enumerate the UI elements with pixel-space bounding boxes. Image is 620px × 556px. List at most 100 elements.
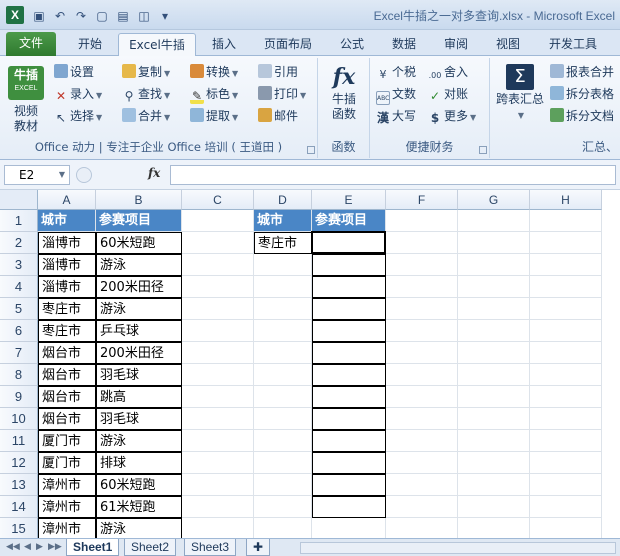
cell[interactable] xyxy=(386,342,458,364)
row-header[interactable]: 14 xyxy=(0,496,38,518)
tab-data[interactable]: 数据 xyxy=(384,33,424,56)
cell[interactable] xyxy=(530,474,602,496)
cell[interactable] xyxy=(254,386,312,408)
cell[interactable] xyxy=(182,430,254,452)
cell[interactable] xyxy=(386,386,458,408)
table-cell[interactable]: 烟台市 xyxy=(38,364,96,386)
cell[interactable] xyxy=(458,408,530,430)
horizontal-scrollbar[interactable] xyxy=(300,542,616,554)
tab-file[interactable]: 文件 xyxy=(6,32,56,56)
cell[interactable] xyxy=(458,254,530,276)
cell[interactable] xyxy=(182,496,254,518)
cell[interactable] xyxy=(182,342,254,364)
row-header[interactable]: 4 xyxy=(0,276,38,298)
table-cell[interactable]: 烟台市 xyxy=(38,408,96,430)
table-cell[interactable]: 烟台市 xyxy=(38,386,96,408)
customize-qat-icon[interactable]: ▾ xyxy=(156,8,174,24)
select-button[interactable]: ↖ 选择 ▼ xyxy=(54,106,102,126)
result-cell[interactable] xyxy=(312,408,386,430)
cell[interactable] xyxy=(458,518,530,538)
split-table-button[interactable]: 拆分表格 xyxy=(550,84,614,104)
cell[interactable] xyxy=(458,298,530,320)
cell[interactable] xyxy=(182,386,254,408)
prev-sheet-icon[interactable]: ◀ xyxy=(24,542,31,552)
table-header-cell[interactable]: 城市 xyxy=(38,210,96,232)
cell[interactable] xyxy=(530,364,602,386)
result-cell[interactable] xyxy=(312,276,386,298)
column-header[interactable]: G xyxy=(458,190,530,210)
cell[interactable] xyxy=(254,496,312,518)
name-box[interactable]: E2 ▼ xyxy=(4,165,70,185)
table-cell[interactable]: 游泳 xyxy=(96,518,182,538)
cell[interactable] xyxy=(182,320,254,342)
tab-page-layout[interactable]: 页面布局 xyxy=(256,33,320,56)
formula-input[interactable] xyxy=(170,165,616,185)
merge-button[interactable]: 合并 ▼ xyxy=(122,106,170,126)
cell[interactable] xyxy=(182,210,254,232)
row-header[interactable]: 9 xyxy=(0,386,38,408)
result-cell[interactable] xyxy=(312,452,386,474)
cell[interactable] xyxy=(458,386,530,408)
cell[interactable] xyxy=(386,276,458,298)
find-button[interactable]: ⚲ 查找 ▼ xyxy=(122,84,171,104)
cell[interactable] xyxy=(386,232,458,254)
cell[interactable] xyxy=(386,430,458,452)
cell[interactable] xyxy=(312,518,386,538)
table-cell[interactable]: 羽毛球 xyxy=(96,408,182,430)
cell[interactable] xyxy=(530,408,602,430)
cell[interactable] xyxy=(254,364,312,386)
cell[interactable] xyxy=(254,474,312,496)
cell[interactable] xyxy=(182,276,254,298)
extract-button[interactable]: 提取 ▼ xyxy=(190,106,238,126)
cell[interactable] xyxy=(458,496,530,518)
sheet-tab-2[interactable]: Sheet2 xyxy=(124,539,177,556)
niucha-functions-button[interactable]: fx 牛插 函数 xyxy=(324,64,364,122)
print-preview-icon[interactable]: ◫ xyxy=(135,8,153,24)
row-header[interactable]: 2 xyxy=(0,232,38,254)
column-header[interactable]: D xyxy=(254,190,312,210)
result-cell[interactable] xyxy=(312,342,386,364)
cell[interactable] xyxy=(182,518,254,538)
result-header-cell[interactable]: 城市 xyxy=(254,210,312,232)
sheet-tab-1[interactable]: Sheet1 xyxy=(66,539,120,556)
dialog-launcher-icon[interactable] xyxy=(479,146,487,154)
table-cell[interactable]: 淄博市 xyxy=(38,276,96,298)
cell[interactable] xyxy=(386,408,458,430)
cell[interactable] xyxy=(254,320,312,342)
cell[interactable] xyxy=(254,276,312,298)
table-cell[interactable]: 游泳 xyxy=(96,298,182,320)
cell[interactable] xyxy=(254,452,312,474)
cell[interactable] xyxy=(182,298,254,320)
cross-sheet-summary-button[interactable]: Σ 跨表汇总 ▼ xyxy=(494,64,546,123)
cell[interactable] xyxy=(182,474,254,496)
cell[interactable] xyxy=(254,408,312,430)
cell[interactable] xyxy=(458,320,530,342)
cell[interactable] xyxy=(458,232,530,254)
cell[interactable] xyxy=(386,254,458,276)
table-header-cell[interactable]: 参赛项目 xyxy=(96,210,182,232)
table-cell[interactable]: 200米田径 xyxy=(96,276,182,298)
table-cell[interactable]: 乒乓球 xyxy=(96,320,182,342)
result-cell[interactable] xyxy=(312,474,386,496)
excel-logo-icon[interactable]: X xyxy=(6,6,24,24)
tab-formulas[interactable]: 公式 xyxy=(332,33,372,56)
mail-button[interactable]: 邮件 xyxy=(258,106,298,126)
result-cell[interactable] xyxy=(312,298,386,320)
settings-button[interactable]: 设置 xyxy=(54,62,94,82)
table-cell[interactable]: 60米短跑 xyxy=(96,232,182,254)
table-cell[interactable]: 漳州市 xyxy=(38,474,96,496)
table-cell[interactable]: 漳州市 xyxy=(38,518,96,538)
tax-button[interactable]: ¥ 个税 xyxy=(376,62,417,82)
tab-review[interactable]: 审阅 xyxy=(436,33,476,56)
cell[interactable] xyxy=(386,518,458,538)
table-cell[interactable]: 漳州市 xyxy=(38,496,96,518)
copy-button[interactable]: 复制 ▼ xyxy=(122,62,170,82)
result-cell[interactable] xyxy=(312,254,386,276)
table-cell[interactable]: 跳高 xyxy=(96,386,182,408)
uppercase-button[interactable]: 漢大写 xyxy=(376,106,416,126)
cell[interactable] xyxy=(254,254,312,276)
row-header[interactable]: 15 xyxy=(0,518,38,538)
cell[interactable] xyxy=(182,408,254,430)
cell[interactable] xyxy=(458,210,530,232)
column-header[interactable]: F xyxy=(386,190,458,210)
